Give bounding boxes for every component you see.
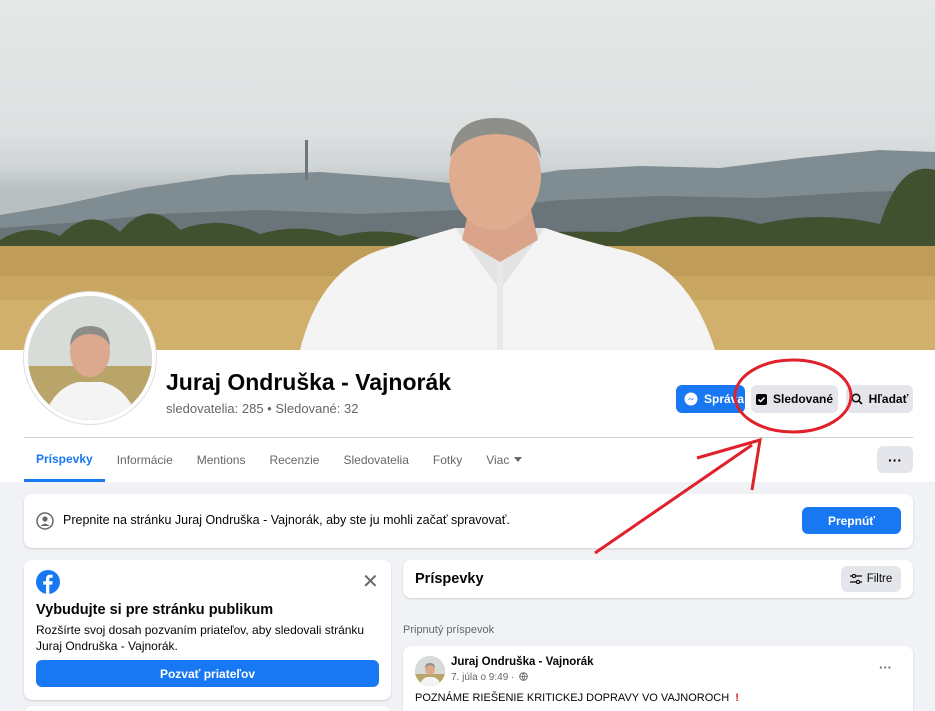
avatar-image bbox=[28, 296, 152, 420]
tab-more-label: Viac bbox=[486, 453, 510, 467]
post-author-name[interactable]: Juraj Ondruška - Vajnorák bbox=[451, 656, 594, 668]
post-text: POZNÁME RIEŠENIE KRITICKEJ DOPRAVY VO VA… bbox=[415, 692, 739, 704]
message-button[interactable]: Správa bbox=[676, 385, 745, 413]
page-tabs: Príspevky Informácie Mentions Recenzie S… bbox=[24, 438, 534, 482]
post-timestamp[interactable]: 7. júla o 9:49 · bbox=[451, 672, 528, 683]
next-card bbox=[24, 706, 391, 711]
following-label: Sledované bbox=[772, 392, 834, 406]
globe-icon bbox=[519, 672, 528, 682]
invite-friends-button[interactable]: Pozvať priateľov bbox=[36, 660, 379, 687]
filter-label: Filtre bbox=[866, 573, 893, 585]
tab-followers[interactable]: Sledovatelia bbox=[331, 438, 420, 482]
post-author-avatar[interactable] bbox=[415, 656, 445, 686]
tab-about[interactable]: Informácie bbox=[105, 438, 185, 482]
close-icon[interactable]: ✕ bbox=[362, 572, 379, 592]
facebook-logo-icon bbox=[36, 570, 60, 594]
switch-profile-banner: Prepnite na stránku Juraj Ondruška - Vaj… bbox=[24, 494, 913, 548]
messenger-icon bbox=[684, 392, 698, 406]
tab-posts[interactable]: Príspevky bbox=[24, 438, 105, 482]
filter-icon bbox=[849, 574, 862, 584]
page-title: Juraj Ondruška - Vajnorák bbox=[166, 369, 452, 395]
tab-mentions[interactable]: Mentions bbox=[185, 438, 258, 482]
switch-banner-text: Prepnite na stránku Juraj Ondruška - Vaj… bbox=[63, 513, 510, 527]
red-exclamation-icon: ! bbox=[735, 692, 739, 704]
message-label: Správa bbox=[704, 392, 745, 406]
audience-card: ✕ Vybudujte si pre stránku publikum Rozš… bbox=[24, 560, 391, 700]
cover-photo[interactable] bbox=[0, 0, 935, 350]
following-check-icon bbox=[755, 393, 767, 405]
posts-header-card: Príspevky Filtre bbox=[403, 560, 913, 598]
audience-description: Rozšírte svoj dosah pozvaním priateľov, … bbox=[36, 623, 365, 653]
chevron-down-icon bbox=[514, 457, 523, 462]
cover-scene bbox=[0, 118, 935, 350]
tab-more[interactable]: Viac bbox=[474, 438, 534, 482]
post-card: Juraj Ondruška - Vajnorák 7. júla o 9:49… bbox=[403, 646, 913, 711]
tab-photos[interactable]: Fotky bbox=[421, 438, 474, 482]
pinned-post-label: Pripnutý príspevok bbox=[403, 624, 495, 636]
search-icon bbox=[851, 393, 863, 405]
follow-stats[interactable]: sledovatelia: 285 • Sledované: 32 bbox=[166, 401, 358, 416]
switch-button[interactable]: Prepnúť bbox=[802, 507, 901, 534]
post-more-button[interactable]: ··· bbox=[879, 660, 892, 675]
user-switch-icon bbox=[36, 512, 54, 530]
post-text-content: POZNÁME RIEŠENIE KRITICKEJ DOPRAVY VO VA… bbox=[415, 692, 730, 704]
filter-button[interactable]: Filtre bbox=[841, 566, 901, 592]
following-button[interactable]: Sledované bbox=[751, 385, 838, 413]
post-avatar-image bbox=[415, 656, 445, 686]
tab-reviews[interactable]: Recenzie bbox=[257, 438, 331, 482]
posts-title: Príspevky bbox=[415, 571, 484, 587]
search-button[interactable]: Hľadať bbox=[846, 385, 913, 413]
post-meta-text: 7. júla o 9:49 · bbox=[451, 672, 515, 683]
more-options-button[interactable]: ··· bbox=[877, 446, 913, 473]
profile-avatar[interactable] bbox=[24, 292, 156, 424]
search-label: Hľadať bbox=[868, 392, 909, 406]
audience-title: Vybudujte si pre stránku publikum bbox=[36, 602, 274, 618]
